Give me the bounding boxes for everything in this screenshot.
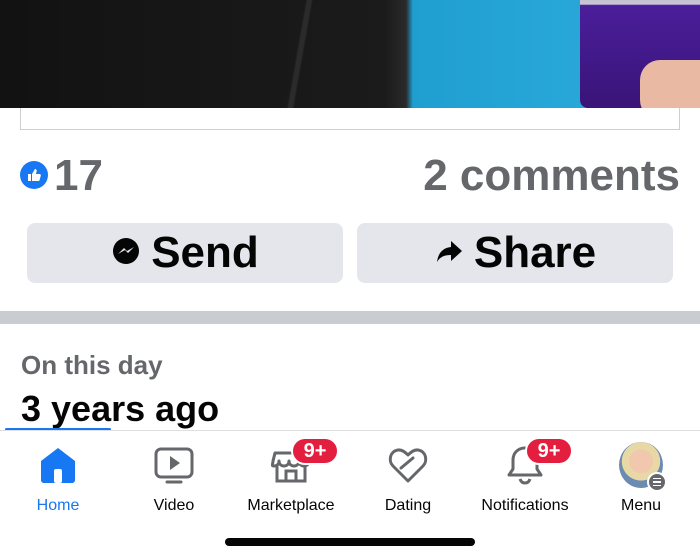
photo-detail bbox=[230, 0, 400, 108]
tab-dating-label: Dating bbox=[384, 497, 432, 514]
bell-icon: 9+ bbox=[503, 437, 573, 487]
marketplace-badge: 9+ bbox=[291, 437, 339, 465]
feed-divider bbox=[0, 311, 700, 324]
tab-marketplace-label: Marketplace bbox=[247, 497, 335, 514]
like-reaction-icon bbox=[20, 161, 48, 189]
memories-subtitle[interactable]: 3 years ago bbox=[21, 388, 219, 430]
avatar bbox=[619, 442, 667, 492]
like-count[interactable]: 17 bbox=[54, 148, 103, 204]
menu-avatar-wrap bbox=[619, 442, 667, 492]
send-button[interactable]: Send bbox=[27, 223, 343, 283]
tab-dating[interactable]: Dating bbox=[348, 443, 468, 515]
tab-menu[interactable]: Menu bbox=[581, 442, 700, 515]
tab-video-label: Video bbox=[153, 497, 195, 514]
tab-home-label: Home bbox=[36, 497, 80, 514]
video-icon bbox=[152, 443, 196, 487]
share-label: Share bbox=[473, 228, 597, 277]
marketplace-icon: 9+ bbox=[269, 437, 339, 487]
tab-home[interactable]: Home bbox=[0, 443, 118, 515]
photo-hand bbox=[640, 60, 700, 108]
home-icon bbox=[36, 443, 80, 487]
comments-count[interactable]: 2 comments bbox=[423, 148, 680, 204]
send-label: Send bbox=[151, 228, 259, 277]
tab-marketplace[interactable]: 9+ Marketplace bbox=[231, 437, 351, 515]
tab-video[interactable]: Video bbox=[114, 443, 234, 515]
menu-lines-icon bbox=[647, 472, 667, 492]
tab-menu-label: Menu bbox=[620, 497, 662, 514]
share-arrow-icon bbox=[434, 236, 464, 271]
memories-title: On this day bbox=[21, 350, 163, 380]
tab-notifications-label: Notifications bbox=[481, 497, 569, 514]
link-preview-box[interactable] bbox=[20, 108, 680, 130]
reactions-row[interactable]: 17 2 comments bbox=[20, 148, 680, 204]
dating-icon bbox=[386, 443, 430, 487]
share-button[interactable]: Share bbox=[357, 223, 673, 283]
messenger-icon bbox=[111, 236, 141, 271]
home-indicator[interactable] bbox=[225, 538, 475, 546]
post-photo[interactable] bbox=[0, 0, 700, 108]
tab-notifications[interactable]: 9+ Notifications bbox=[465, 437, 585, 515]
notifications-badge: 9+ bbox=[525, 437, 573, 465]
